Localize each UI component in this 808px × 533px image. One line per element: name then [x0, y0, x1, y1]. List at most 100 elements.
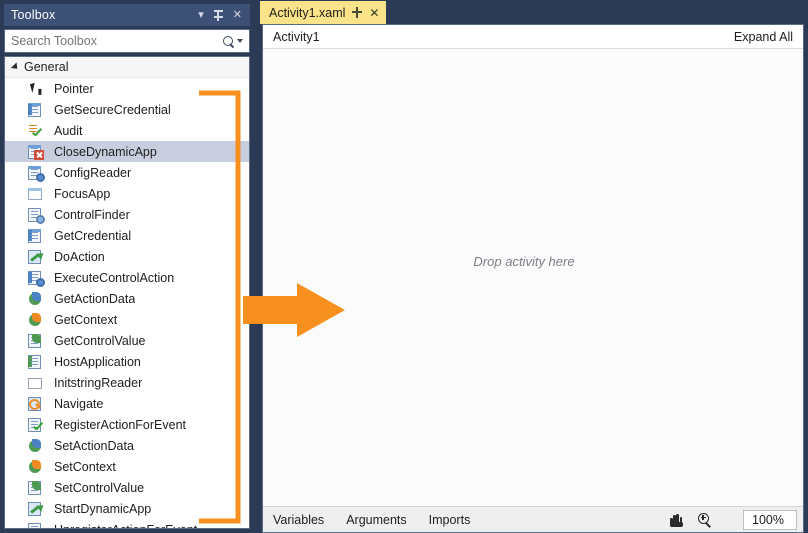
- search-controls[interactable]: [223, 35, 249, 47]
- magnifier-zoom-icon[interactable]: [697, 512, 711, 527]
- toolbox-item-setactiondata[interactable]: SetActionData: [5, 435, 249, 456]
- toolbox-item-label: Pointer: [54, 81, 94, 96]
- toolbox-group-general[interactable]: General: [5, 57, 249, 78]
- toolbox-item-label: SetContext: [54, 459, 116, 474]
- search-icon[interactable]: [223, 35, 234, 47]
- toolbox-item-label: GetSecureCredential: [54, 102, 171, 117]
- form-search-icon: [27, 207, 45, 224]
- toolbox-item-label: GetContext: [54, 312, 118, 327]
- hand-pan-icon[interactable]: [669, 513, 683, 527]
- form-close-icon: [27, 144, 44, 160]
- pin-icon[interactable]: [352, 7, 363, 18]
- globe-green-icon: [27, 291, 44, 307]
- triangle-expanded-icon[interactable]: [10, 62, 21, 72]
- form-icon: [27, 228, 44, 244]
- pin-icon[interactable]: [213, 9, 224, 21]
- toolbox-item-label: Navigate: [54, 396, 104, 411]
- toolbox-item-navigate[interactable]: Navigate: [5, 393, 249, 414]
- bowl-orange-icon: [27, 459, 44, 475]
- toolbox-item-focusapp[interactable]: FocusApp: [5, 183, 249, 204]
- toolbox-item-getcredential[interactable]: GetCredential: [5, 225, 249, 246]
- toolbox-item-label: FocusApp: [54, 186, 111, 201]
- toolbox-item-list[interactable]: General Pointer GetSecureCredential Audi…: [4, 56, 250, 529]
- workflow-canvas[interactable]: Drop activity here: [263, 49, 803, 506]
- toolbox-item-label: DoAction: [54, 249, 105, 264]
- toolbox-search-box[interactable]: [4, 29, 250, 53]
- editor-tabstrip: Activity1.xaml ✕: [258, 0, 808, 24]
- bowl-green-icon: [27, 438, 44, 454]
- toolbox-item-label: Audit: [54, 123, 83, 138]
- toolbox-item-pointer[interactable]: Pointer: [5, 78, 249, 99]
- drop-activity-hint: Drop activity here: [473, 254, 575, 269]
- toolbox-item-label: CloseDynamicApp: [54, 144, 157, 159]
- toolbox-panel: Toolbox ▾ ✕ General Pointer: [0, 0, 254, 533]
- toolbox-item-unregisteractionforevent[interactable]: UnregisterActionForEvent: [5, 519, 249, 529]
- zoom-level-field[interactable]: 100%: [743, 509, 797, 530]
- expand-all-button[interactable]: Expand All: [734, 30, 793, 44]
- toolbox-title: Toolbox: [11, 8, 56, 22]
- chevron-down-icon[interactable]: [237, 39, 243, 43]
- form-run-icon: [27, 270, 45, 287]
- close-icon[interactable]: ✕: [233, 9, 242, 21]
- toolbox-item-registeractionforevent[interactable]: RegisterActionForEvent: [5, 414, 249, 435]
- checklist-icon: [27, 123, 44, 139]
- toolbox-item-getcontext[interactable]: GetContext: [5, 309, 249, 330]
- form-green-icon: [27, 480, 44, 496]
- tab-label: Activity1.xaml: [269, 5, 346, 20]
- toolbox-item-setcontext[interactable]: SetContext: [5, 456, 249, 477]
- form-remove-icon: [27, 522, 44, 528]
- form-check-icon: [27, 417, 44, 433]
- toolbox-item-label: ConfigReader: [54, 165, 132, 180]
- variables-button[interactable]: Variables: [273, 513, 324, 527]
- toolbox-item-label: GetActionData: [54, 291, 136, 306]
- toolbox-item-label: StartDynamicApp: [54, 501, 152, 516]
- toolbox-item-audit[interactable]: Audit: [5, 120, 249, 141]
- blank-icon: [27, 375, 44, 391]
- designer-statusbar: Variables Arguments Imports 100%: [263, 506, 803, 532]
- toolbox-item-configreader[interactable]: ConfigReader: [5, 162, 249, 183]
- toolbox-item-label: SetActionData: [54, 438, 134, 453]
- toolbox-item-setcontrolvalue[interactable]: SetControlValue: [5, 477, 249, 498]
- toolbox-item-label: ExecuteControlAction: [54, 270, 175, 285]
- form-green-icon: [27, 333, 44, 349]
- toolbox-item-getactiondata[interactable]: GetActionData: [5, 288, 249, 309]
- visual-studio-window: Toolbox ▾ ✕ General Pointer: [0, 0, 808, 533]
- toolbox-item-label: UnregisterActionForEvent: [54, 523, 197, 529]
- toolbox-item-label: RegisterActionForEvent: [54, 417, 187, 432]
- toolbox-item-label: GetCredential: [54, 228, 132, 243]
- close-icon[interactable]: ✕: [369, 7, 379, 19]
- toolbox-item-label: GetControlValue: [54, 333, 146, 348]
- window-icon: [27, 186, 44, 202]
- pointer-icon: [27, 81, 44, 97]
- arguments-button[interactable]: Arguments: [346, 513, 406, 527]
- workflow-editor: Activity1 Expand All Drop activity here …: [262, 24, 804, 533]
- imports-button[interactable]: Imports: [429, 513, 471, 527]
- chevron-down-icon[interactable]: ▾: [198, 9, 204, 21]
- toolbox-window-buttons: ▾ ✕: [198, 9, 250, 21]
- designer-panel: Activity1.xaml ✕ Activity1 Expand All Dr…: [258, 0, 808, 533]
- toolbox-item-label: ControlFinder: [54, 207, 130, 222]
- statusbar-tools: [669, 512, 721, 527]
- toolbox-item-startdynamicapp[interactable]: StartDynamicApp: [5, 498, 249, 519]
- toolbox-item-hostapplication[interactable]: HostApplication: [5, 351, 249, 372]
- form-start-icon: [27, 501, 44, 517]
- toolbox-item-controlfinder[interactable]: ControlFinder: [5, 204, 249, 225]
- toolbox-item-label: SetControlValue: [54, 480, 145, 495]
- globe-orange-icon: [27, 312, 44, 328]
- breadcrumb: Activity1 Expand All: [263, 25, 803, 49]
- toolbox-group-label: General: [24, 60, 69, 74]
- toolbox-item-label: InitstringReader: [54, 375, 143, 390]
- key-orange-icon: [27, 396, 44, 412]
- breadcrumb-path[interactable]: Activity1: [273, 30, 734, 44]
- tab-activity1-xaml[interactable]: Activity1.xaml ✕: [260, 1, 387, 24]
- toolbox-item-closedynamicapp[interactable]: CloseDynamicApp: [5, 141, 249, 162]
- toolbox-item-getcontrolvalue[interactable]: GetControlValue: [5, 330, 249, 351]
- arrow-green-icon: [27, 249, 44, 265]
- toolbox-item-executecontrolaction[interactable]: ExecuteControlAction: [5, 267, 249, 288]
- toolbox-item-getsecurecredential[interactable]: GetSecureCredential: [5, 99, 249, 120]
- toolbox-titlebar: Toolbox ▾ ✕: [4, 4, 250, 26]
- toolbox-item-doaction[interactable]: DoAction: [5, 246, 249, 267]
- search-input[interactable]: [5, 31, 223, 51]
- form-icon: [27, 102, 44, 118]
- toolbox-item-initstringreader[interactable]: InitstringReader: [5, 372, 249, 393]
